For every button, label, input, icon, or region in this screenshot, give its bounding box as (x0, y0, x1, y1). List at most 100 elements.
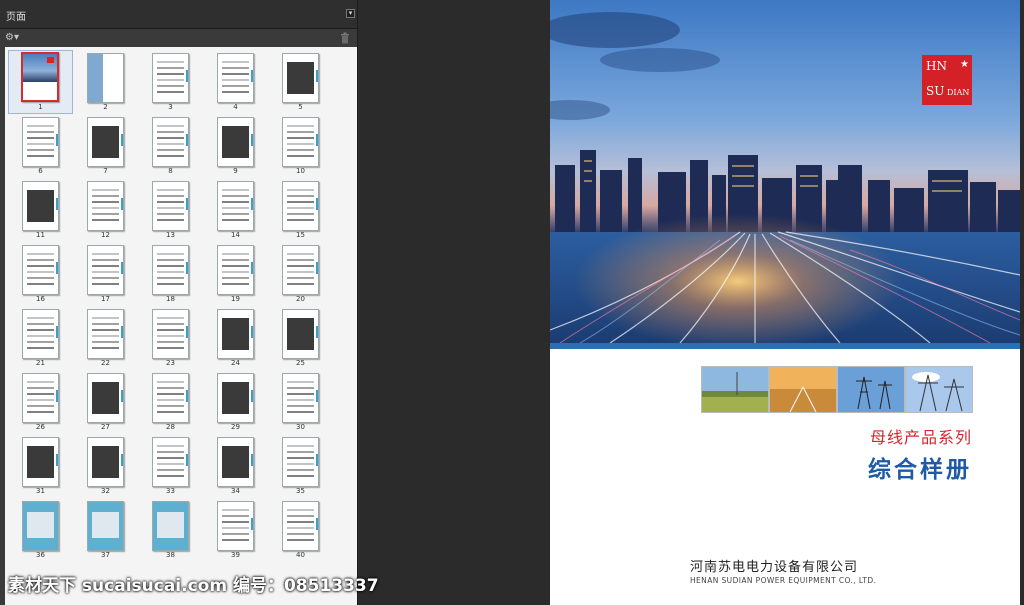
panel-title: 页面 (6, 12, 26, 23)
page-preview (282, 437, 319, 487)
page-number: 8 (168, 167, 173, 175)
trash-icon[interactable] (340, 32, 350, 44)
page-number: 15 (296, 231, 305, 239)
page-number: 31 (36, 487, 45, 495)
page-number: 35 (296, 487, 305, 495)
page-preview (87, 309, 124, 359)
page-number: 17 (101, 295, 110, 303)
page-thumbnail[interactable]: 21 (8, 306, 73, 370)
page-preview (87, 373, 124, 423)
page-thumbnail[interactable]: 28 (138, 370, 203, 434)
page-thumbnail[interactable]: 29 (203, 370, 268, 434)
page-preview (22, 245, 59, 295)
page-thumbnail[interactable]: 9 (203, 114, 268, 178)
accent-bar (550, 343, 1020, 349)
page-number: 38 (166, 551, 175, 559)
page-thumbnail[interactable]: 38 (138, 498, 203, 562)
page-thumbnail[interactable]: 15 (268, 178, 333, 242)
page-number: 22 (101, 359, 110, 367)
page-thumbnail[interactable]: 11 (8, 178, 73, 242)
page-number: 13 (166, 231, 175, 239)
pages-panel: 页面 ▾ ⚙▾ 1 2 3 4 5 6 7 8 9 10 11 12 13 14 15 16 17 18 19 20 2… (0, 0, 358, 605)
page-number: 2 (103, 103, 108, 111)
page-thumbnail[interactable]: 19 (203, 242, 268, 306)
page-thumbnail[interactable]: 5 (268, 50, 333, 114)
page-thumbnail[interactable]: 36 (8, 498, 73, 562)
page-preview (282, 373, 319, 423)
page-number: 5 (298, 103, 303, 111)
page-preview (87, 181, 124, 231)
page-thumbnail[interactable]: 23 (138, 306, 203, 370)
page-thumbnail[interactable]: 31 (8, 434, 73, 498)
page-thumbnail[interactable]: 8 (138, 114, 203, 178)
page-thumbnail[interactable]: 27 (73, 370, 138, 434)
page-thumbnail[interactable]: 37 (73, 498, 138, 562)
page-thumbnail[interactable]: 22 (73, 306, 138, 370)
series-title: 母线产品系列 (869, 428, 972, 447)
page-number: 36 (36, 551, 45, 559)
page-thumbnail[interactable]: 3 (138, 50, 203, 114)
company-name-cn: 河南苏电电力设备有限公司 (690, 560, 859, 575)
logo-text-dian: DIAN (947, 88, 970, 97)
page-number: 39 (231, 551, 240, 559)
page-thumbnail[interactable]: 4 (203, 50, 268, 114)
page-preview (22, 181, 59, 231)
page-preview (282, 501, 319, 551)
page-number: 23 (166, 359, 175, 367)
page-number: 7 (103, 167, 108, 175)
page-thumbnail[interactable]: 18 (138, 242, 203, 306)
page-thumbnail[interactable]: 39 (203, 498, 268, 562)
page-preview (217, 501, 254, 551)
page-thumbnail[interactable]: 14 (203, 178, 268, 242)
company-name-en: HENAN SUDIAN POWER EQUIPMENT CO., LTD. (690, 576, 877, 585)
page-thumbnail[interactable]: 20 (268, 242, 333, 306)
page-number: 6 (38, 167, 43, 175)
page-thumbnail[interactable]: 24 (203, 306, 268, 370)
page-number: 1 (38, 103, 43, 111)
logo-text-su: SU (926, 84, 945, 98)
page-thumbnail[interactable]: 7 (73, 114, 138, 178)
page-number: 27 (101, 423, 110, 431)
options-gear-icon[interactable]: ⚙▾ (5, 32, 25, 44)
page-thumbnail[interactable]: 34 (203, 434, 268, 498)
company-logo: HN ★ SU DIAN (922, 55, 972, 105)
page-preview (282, 53, 319, 103)
page-thumbnail[interactable]: 6 (8, 114, 73, 178)
page-thumbnail[interactable]: 32 (73, 434, 138, 498)
page-number: 12 (101, 231, 110, 239)
page-preview (22, 373, 59, 423)
watermark: 素材天下 sucaisucai.com 编号：08513337 (8, 576, 379, 596)
page-thumbnail[interactable]: 13 (138, 178, 203, 242)
page-number: 10 (296, 167, 305, 175)
page-thumbnail[interactable]: 26 (8, 370, 73, 434)
page-thumbnail[interactable]: 17 (73, 242, 138, 306)
logo-text-hn: HN (926, 59, 947, 73)
page-preview (282, 117, 319, 167)
field-sunset-photo (701, 366, 769, 413)
page-preview (152, 53, 189, 103)
page-thumbnail[interactable]: 16 (8, 242, 73, 306)
page-thumbnail[interactable]: 1 (8, 50, 73, 114)
page-number: 9 (233, 167, 238, 175)
page-preview (22, 309, 59, 359)
page-thumbnail[interactable]: 10 (268, 114, 333, 178)
page-preview (217, 309, 254, 359)
page-number: 24 (231, 359, 240, 367)
page-thumbnail[interactable]: 33 (138, 434, 203, 498)
page-thumbnail[interactable]: 40 (268, 498, 333, 562)
page-number: 26 (36, 423, 45, 431)
page-thumbnail[interactable]: 35 (268, 434, 333, 498)
page-number: 30 (296, 423, 305, 431)
page-number: 18 (166, 295, 175, 303)
page-thumbnail[interactable]: 30 (268, 370, 333, 434)
page-thumbnail[interactable]: 2 (73, 50, 138, 114)
panel-menu-icon[interactable]: ▾ (346, 9, 355, 18)
page-preview (152, 437, 189, 487)
page-thumbnail[interactable]: 25 (268, 306, 333, 370)
page-number: 11 (36, 231, 45, 239)
page-thumbnail[interactable]: 12 (73, 178, 138, 242)
page-preview (87, 437, 124, 487)
page-preview (217, 373, 254, 423)
page-preview (152, 117, 189, 167)
railway-sunset-photo (769, 366, 837, 413)
